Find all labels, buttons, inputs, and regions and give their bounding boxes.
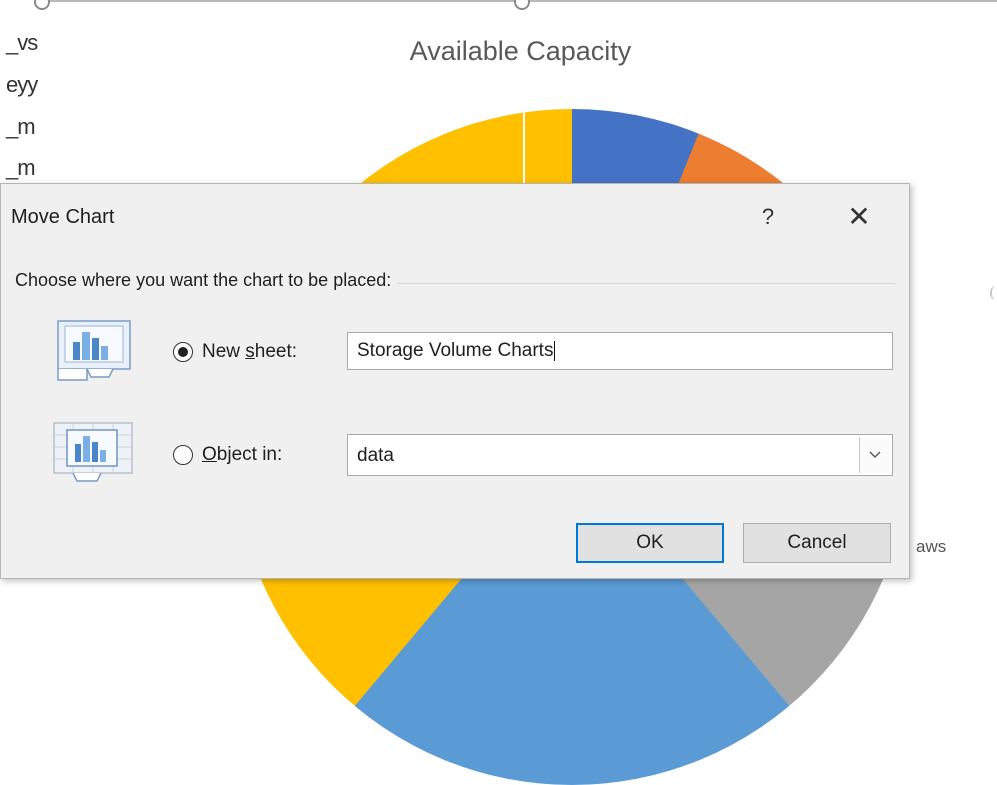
new-sheet-name-input[interactable]: Storage Volume Charts — [347, 332, 893, 370]
new-sheet-radio[interactable] — [173, 342, 193, 362]
dialog-title: Move Chart — [11, 206, 115, 228]
cell-text: eyy — [6, 72, 38, 97]
placement-prompt: Choose where you want the chart to be pl… — [15, 270, 398, 291]
object-in-select[interactable]: data — [347, 434, 893, 476]
object-in-chart-icon — [53, 422, 133, 484]
ok-button[interactable]: OK — [576, 523, 724, 563]
cell-text: _m — [6, 155, 36, 180]
help-button[interactable]: ? — [753, 202, 783, 232]
text-caret — [554, 341, 556, 361]
cell-text: _m — [6, 114, 36, 139]
cell-text-aws: aws — [916, 537, 947, 556]
new-sheet-chart-icon — [57, 320, 133, 382]
move-chart-dialog: Move Chart ? ✕ Choose where you want the… — [0, 183, 910, 579]
chart-edge-mark — [990, 286, 997, 300]
object-in-value: data — [357, 445, 394, 466]
dropdown-button[interactable] — [859, 437, 890, 473]
cancel-button[interactable]: Cancel — [743, 523, 891, 563]
close-button[interactable]: ✕ — [839, 200, 879, 234]
object-in-option[interactable]: Object in: — [173, 444, 282, 466]
new-sheet-option[interactable]: New sheet: — [173, 341, 297, 363]
object-in-radio[interactable] — [173, 445, 193, 465]
cell-text: _vs — [6, 30, 38, 55]
chevron-down-icon — [869, 451, 881, 458]
chart-title: Available Capacity — [409, 36, 632, 66]
new-sheet-label: New sheet: — [202, 341, 298, 362]
object-in-label: Object in: — [202, 444, 283, 465]
close-icon: ✕ — [847, 201, 871, 232]
